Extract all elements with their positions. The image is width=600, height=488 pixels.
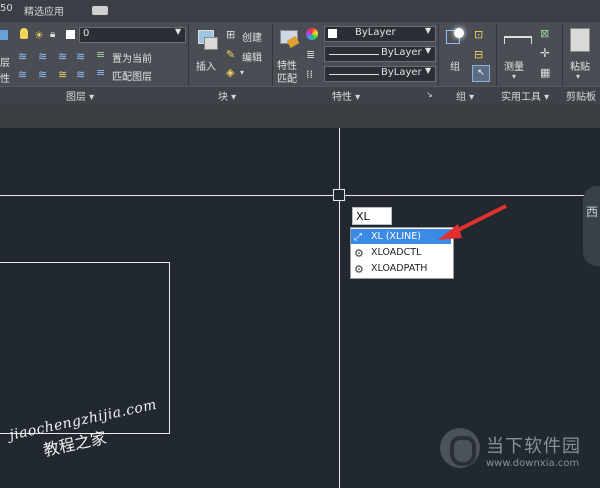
- layer-tool-icon[interactable]: ≋: [76, 50, 85, 63]
- chevron-down-icon[interactable]: ▾: [240, 68, 244, 77]
- set-current-button[interactable]: 置为当前: [112, 50, 152, 65]
- paste-icon[interactable]: [570, 28, 590, 52]
- autocomplete-item-label: XL (XLINE): [371, 231, 421, 242]
- crosshair-vertical: [339, 128, 340, 488]
- insert-icon[interactable]: [196, 28, 218, 50]
- chevron-down-icon[interactable]: ▾: [576, 72, 580, 81]
- linetype-dropdown[interactable]: ByLayer ▼: [324, 46, 436, 62]
- watermark-right-url: www.downxia.com: [486, 458, 580, 469]
- layer-props-icon[interactable]: [0, 30, 8, 40]
- properties-panel-title[interactable]: 特性 ▾: [332, 88, 360, 103]
- block-panel-title[interactable]: 块 ▾: [218, 88, 236, 103]
- autocomplete-item-label: XLOADPATH: [371, 263, 428, 274]
- match-layer-icon[interactable]: ≡: [96, 66, 105, 79]
- lock-icon[interactable]: 🔒︎: [50, 29, 55, 40]
- tab-partial[interactable]: 50: [0, 3, 13, 14]
- command-input[interactable]: XL: [352, 207, 392, 225]
- match-properties-icon[interactable]: [278, 28, 300, 48]
- color-swatch-icon[interactable]: [66, 30, 75, 39]
- file-tab-bar: [0, 104, 600, 128]
- crosshair-horizontal: [0, 195, 600, 196]
- measure-button[interactable]: 测量: [504, 58, 524, 73]
- edit-block-icon[interactable]: ✎: [226, 48, 235, 61]
- gear-icon: ⚙: [354, 247, 364, 260]
- id-point-icon[interactable]: ✛: [540, 46, 550, 60]
- group-select-icon[interactable]: ↖: [472, 65, 490, 82]
- utilities-panel-title[interactable]: 实用工具 ▾: [501, 88, 549, 103]
- layer-tool-icon[interactable]: ≋: [38, 50, 47, 63]
- annotation-arrow: [438, 204, 507, 240]
- layer-tool-icon[interactable]: ≋: [58, 68, 67, 81]
- layer-tool-icon[interactable]: ≋: [38, 68, 47, 81]
- create-block-button[interactable]: 创建: [242, 29, 262, 44]
- color-swatch-icon: [328, 29, 337, 38]
- pickbox: [333, 189, 345, 201]
- layer-tool-icon[interactable]: ≋: [18, 68, 27, 81]
- paste-button[interactable]: 粘贴: [570, 58, 590, 73]
- autocomplete-item-label: XLOADCTL: [371, 247, 422, 258]
- layer-props-label-2: 性: [0, 74, 10, 85]
- create-block-icon[interactable]: ⊞: [226, 28, 235, 41]
- properties-launcher-icon[interactable]: ↘: [426, 90, 433, 99]
- block-attr-icon[interactable]: ◈: [226, 66, 234, 79]
- downxia-logo-icon: [440, 428, 480, 468]
- layers-panel: 层 性 ☀ 🔒︎ 0 ▼ ≋ ≋ ≋ ≋ ≋ ≋ ≋ ≋ ≡ 置为当前 ≡ 匹配…: [0, 26, 186, 86]
- set-current-icon[interactable]: ≡: [96, 48, 105, 61]
- group-button[interactable]: 组: [450, 58, 460, 73]
- layer-dropdown[interactable]: 0 ▼: [79, 27, 186, 43]
- layer-tool-icon[interactable]: ≋: [18, 50, 27, 63]
- gear-icon: ⚙: [354, 263, 364, 276]
- match-layer-button[interactable]: 匹配图层: [112, 68, 152, 83]
- chevron-down-icon: ▼: [425, 46, 432, 55]
- lineweight-icon[interactable]: ⁞⁞: [306, 68, 313, 81]
- match-properties-label-2[interactable]: 匹配: [277, 70, 297, 85]
- xline-icon: ⤢: [354, 232, 362, 243]
- clipboard-panel: 粘贴 ▾: [564, 24, 600, 86]
- layer-tool-icon[interactable]: ≋: [58, 50, 67, 63]
- layers-panel-title[interactable]: 图层 ▾: [66, 88, 94, 103]
- viewcube-west-label: 西: [586, 205, 599, 219]
- autocomplete-item-xloadpath[interactable]: ⚙ XLOADPATH: [351, 261, 451, 276]
- ribbon-tab-strip: 50 精选应用: [0, 0, 600, 23]
- clipboard-panel-title[interactable]: 剪贴板: [566, 88, 596, 103]
- linetype-icon[interactable]: ≣: [306, 48, 315, 61]
- chevron-down-icon: ▼: [425, 66, 432, 75]
- calculator-icon[interactable]: ▦: [540, 66, 550, 79]
- group-icon[interactable]: [444, 26, 468, 50]
- bulb-icon[interactable]: [20, 28, 28, 39]
- tab-toggle-icon[interactable]: [92, 6, 108, 15]
- linetype-dropdown-value: ByLayer: [381, 47, 422, 58]
- lineweight-dropdown[interactable]: ByLayer ▼: [324, 66, 436, 82]
- color-dropdown[interactable]: ByLayer ▼: [324, 26, 436, 42]
- lineweight-preview: [329, 74, 379, 75]
- utilities-panel: 测量 ▾ ⊠ ✛ ▦: [498, 24, 560, 86]
- edit-block-button[interactable]: 编辑: [242, 49, 262, 64]
- viewcube[interactable]: [583, 186, 600, 266]
- chevron-down-icon: ▼: [175, 27, 182, 36]
- quick-select-icon[interactable]: ⊠: [540, 27, 549, 40]
- layer-props-label-1: 层: [0, 58, 10, 69]
- measure-icon[interactable]: [504, 36, 532, 44]
- group-edit-icon[interactable]: ⊡: [474, 28, 483, 41]
- lineweight-dropdown-value: ByLayer: [381, 67, 422, 78]
- sun-icon[interactable]: ☀: [34, 29, 44, 42]
- watermark-right-cn: 当下软件园: [486, 436, 581, 457]
- chevron-down-icon: ▼: [425, 26, 432, 35]
- layer-dropdown-value: 0: [83, 28, 90, 39]
- linetype-preview: [329, 54, 379, 55]
- autocomplete-item-xloadctl[interactable]: ⚙ XLOADCTL: [351, 245, 451, 260]
- tab-featured-apps[interactable]: 精选应用: [24, 3, 64, 18]
- color-wheel-icon[interactable]: [306, 28, 318, 40]
- chevron-down-icon[interactable]: ▾: [512, 72, 516, 81]
- properties-panel: 特性 匹配 ≣ ⁞⁞ ByLayer ▼ ByLayer ▼ ByLayer ▼: [274, 24, 436, 86]
- insert-button[interactable]: 插入: [196, 58, 216, 73]
- group-panel-title[interactable]: 组 ▾: [456, 88, 474, 103]
- group-panel: 组 ⊡ ⊟ ↖: [440, 24, 494, 86]
- color-dropdown-value: ByLayer: [355, 27, 396, 38]
- layer-tool-icon[interactable]: ≋: [76, 68, 85, 81]
- ungroup-icon[interactable]: ⊟: [474, 48, 483, 61]
- block-panel: 插入 ⊞ 创建 ✎ 编辑 ◈ ▾: [190, 24, 270, 86]
